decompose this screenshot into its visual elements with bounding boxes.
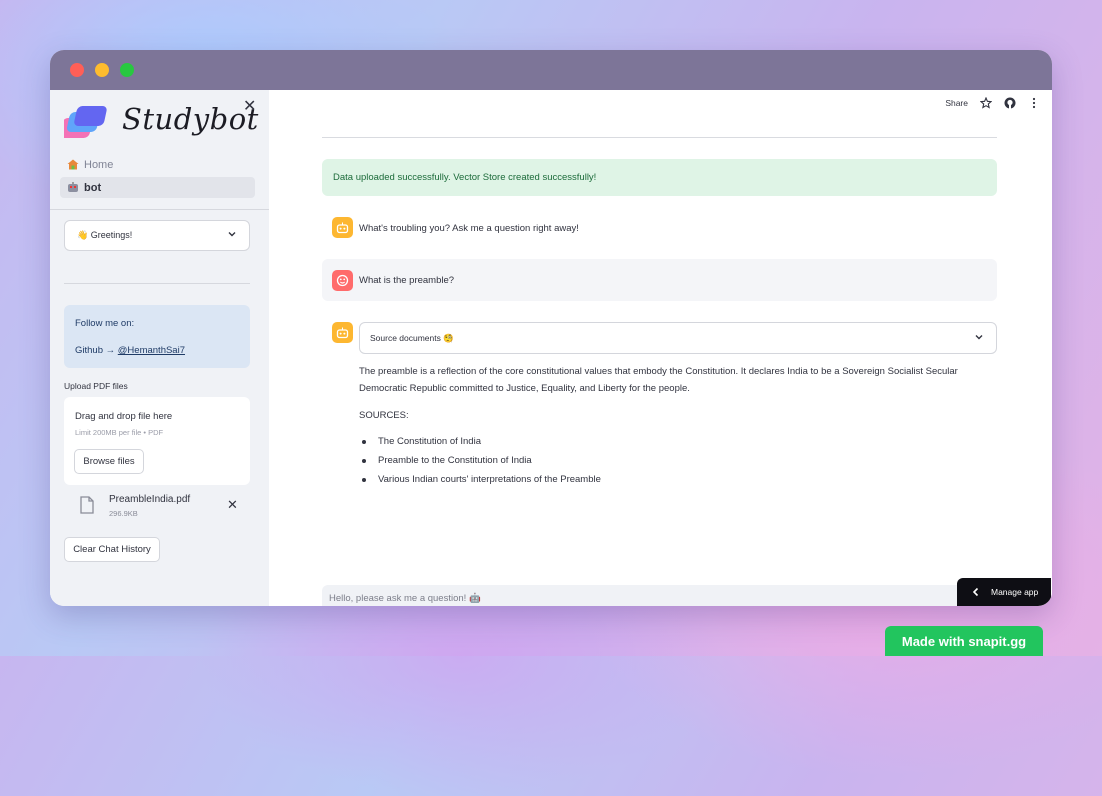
chevron-down-icon — [228, 232, 236, 237]
minimize-window-button[interactable] — [95, 63, 109, 77]
clear-chat-history-button[interactable]: Clear Chat History — [64, 537, 160, 562]
nav-item-label: Home — [84, 158, 114, 171]
success-alert: Data uploaded successfully. Vector Store… — [322, 159, 997, 196]
more-menu-icon[interactable] — [1028, 97, 1040, 109]
studybot-logo-icon — [64, 106, 107, 138]
answer-text: The preamble is a reflection of the core… — [359, 366, 958, 394]
dropzone-limit: Limit 200MB per file • PDF — [75, 428, 164, 437]
source-item: Various Indian courts' interpretations o… — [359, 474, 601, 493]
sidebar-divider — [64, 283, 250, 284]
maximize-window-button[interactable] — [120, 63, 134, 77]
sources-list: The Constitution of India Preamble to th… — [359, 436, 601, 493]
github-line: Github → @HemanthSai7 — [75, 345, 185, 356]
follow-label: Follow me on: — [75, 318, 135, 329]
browse-files-button[interactable]: Browse files — [74, 449, 144, 474]
file-icon — [80, 496, 94, 514]
uploaded-file-row: PreambleIndia.pdf 296.9KB ✕ — [64, 490, 250, 524]
sources-label: SOURCES: — [359, 410, 409, 421]
app-window: Studybot ✕ Home bot 👋 Greetings! Follow … — [50, 50, 1052, 606]
user-avatar-icon — [332, 270, 353, 291]
sidebar: Studybot ✕ Home bot 👋 Greetings! Follow … — [50, 90, 269, 606]
message-text: What is the preamble? — [359, 275, 455, 286]
greeting-select[interactable]: 👋 Greetings! — [64, 220, 250, 251]
chat-message-assistant: What's troubling you? Ask me a question … — [322, 212, 997, 244]
chevron-down-icon — [975, 335, 983, 340]
share-button[interactable]: Share — [945, 98, 968, 108]
expander-label: Source documents 🧐 — [370, 332, 454, 343]
close-window-button[interactable] — [70, 63, 84, 77]
greeting-select-value: 👋 Greetings! — [77, 230, 133, 240]
robot-icon — [66, 182, 80, 194]
github-icon[interactable] — [1004, 97, 1016, 109]
snapit-badge[interactable]: Made with snapit.gg — [885, 626, 1043, 656]
house-icon — [66, 159, 80, 171]
source-documents-expander[interactable]: Source documents 🧐 — [359, 322, 997, 354]
remove-file-icon[interactable]: ✕ — [227, 497, 238, 513]
sidebar-divider — [50, 209, 269, 210]
source-item: The Constitution of India — [359, 436, 601, 455]
close-sidebar-icon[interactable]: ✕ — [243, 96, 256, 116]
file-dropzone[interactable]: Drag and drop file here Limit 200MB per … — [64, 397, 250, 485]
bot-avatar-icon — [332, 322, 353, 343]
manage-app-button[interactable]: Manage app — [957, 578, 1051, 606]
file-name: PreambleIndia.pdf — [109, 494, 191, 505]
chat-input[interactable]: Hello, please ask me a question! 🤖 — [322, 585, 997, 606]
dropzone-title: Drag and drop file here — [75, 411, 173, 422]
window-titlebar — [50, 50, 1052, 90]
upload-label: Upload PDF files — [64, 381, 128, 391]
follow-info-box: Follow me on: Github → @HemanthSai7 — [64, 305, 250, 368]
star-icon[interactable] — [980, 97, 992, 109]
github-link[interactable]: @HemanthSai7 — [118, 345, 185, 356]
main-content: Share Data uploaded successfully. Vector… — [269, 90, 1052, 606]
chat-input-placeholder: Hello, please ask me a question! 🤖 — [329, 592, 481, 604]
top-toolbar: Share — [945, 96, 1052, 110]
manage-app-label: Manage app — [991, 587, 1039, 597]
chevron-left-icon — [972, 587, 979, 597]
nav-item-bot[interactable]: bot — [60, 177, 255, 198]
nav-item-home[interactable]: Home — [60, 154, 255, 175]
app-brand: Studybot — [122, 102, 259, 136]
github-prefix: Github → — [75, 345, 118, 356]
bot-avatar-icon — [332, 217, 353, 238]
chat-message-user: What is the preamble? — [322, 259, 997, 301]
header-divider — [322, 137, 997, 138]
message-text: What's troubling you? Ask me a question … — [359, 223, 579, 234]
file-size: 296.9KB — [109, 509, 138, 518]
source-item: Preamble to the Constitution of India — [359, 455, 601, 474]
nav-item-label: bot — [84, 181, 102, 194]
